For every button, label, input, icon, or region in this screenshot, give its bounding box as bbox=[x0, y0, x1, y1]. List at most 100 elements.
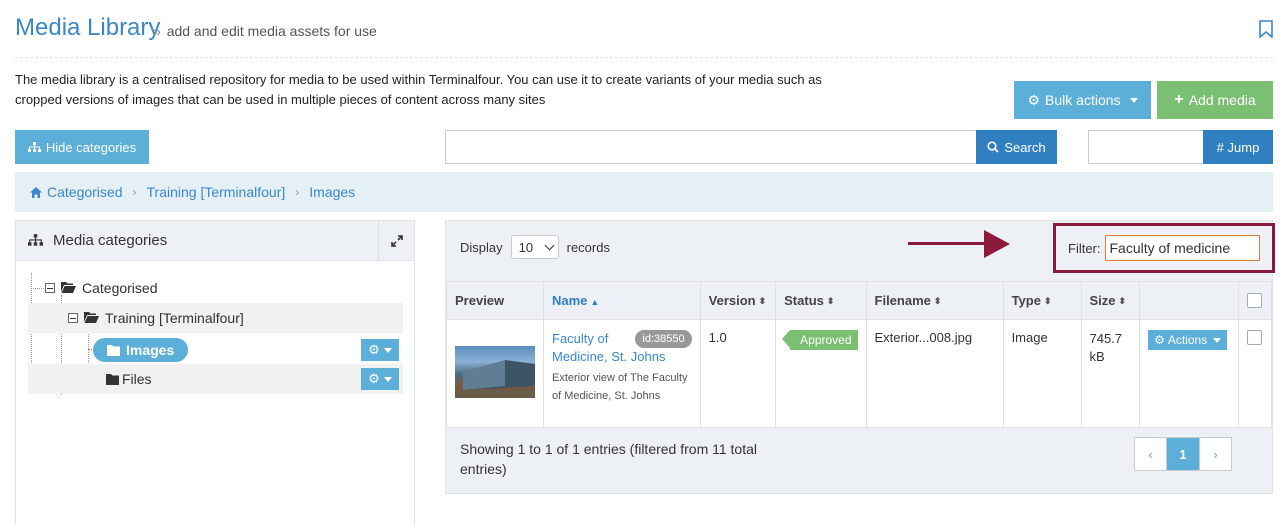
folder-open-icon bbox=[61, 280, 76, 296]
gear-icon: ⚙ bbox=[1154, 333, 1165, 347]
jump-button[interactable]: # Jump bbox=[1203, 130, 1273, 164]
actions-cell: ⚙ Actions bbox=[1139, 319, 1239, 428]
column-type-label: Type bbox=[1011, 293, 1041, 308]
column-preview: Preview bbox=[446, 281, 544, 320]
column-select-all bbox=[1237, 281, 1273, 320]
bulk-actions-button[interactable]: ⚙ Bulk actions bbox=[1014, 81, 1151, 119]
gear-icon: ⚙ bbox=[1027, 91, 1041, 108]
sort-icon: ⬍ bbox=[826, 296, 835, 307]
row-actions-label: Actions bbox=[1167, 333, 1208, 347]
media-description: Exterior view of The Faculty of Medicine… bbox=[552, 372, 688, 402]
expand-button[interactable] bbox=[378, 221, 414, 261]
hide-categories-label: Hide categories bbox=[45, 139, 137, 155]
tree-item-label: Files bbox=[122, 371, 152, 387]
folder-icon bbox=[107, 344, 120, 356]
tree-item-label: Categorised bbox=[82, 280, 158, 296]
tree-item-files[interactable]: Files ⚙ bbox=[28, 364, 403, 394]
chevron-down-icon bbox=[544, 240, 555, 251]
column-filename[interactable]: Filename ⬍ bbox=[865, 281, 1004, 320]
breadcrumb-categorised[interactable]: Categorised bbox=[47, 184, 123, 200]
tree-item-images[interactable]: Images ⚙ bbox=[28, 335, 403, 365]
caret-down-icon bbox=[1129, 97, 1138, 103]
caret-down-icon bbox=[1213, 337, 1222, 343]
column-type[interactable]: Type ⬍ bbox=[1002, 281, 1082, 320]
images-settings-button[interactable]: ⚙ bbox=[361, 339, 399, 361]
breadcrumb-images[interactable]: Images bbox=[309, 184, 355, 200]
gear-icon: ⚙ bbox=[368, 342, 380, 357]
sort-icon: ⬍ bbox=[1043, 296, 1052, 307]
bulk-actions-label: Bulk actions bbox=[1045, 92, 1121, 108]
column-status-label: Status bbox=[784, 293, 824, 308]
sort-asc-icon: ▲ bbox=[590, 296, 600, 307]
select-all-checkbox[interactable] bbox=[1246, 293, 1262, 308]
media-thumbnail[interactable] bbox=[455, 346, 535, 398]
tree-item-label: Training [Terminalfour] bbox=[105, 310, 244, 326]
intro-text: The media library is a centralised repos… bbox=[15, 72, 822, 107]
row-actions-button[interactable]: ⚙ Actions bbox=[1148, 330, 1228, 350]
pagination: ‹ 1 › bbox=[1134, 437, 1232, 471]
raquo-icon: » bbox=[153, 23, 161, 39]
records-label: records bbox=[566, 239, 610, 255]
tree-item-categorised[interactable]: Categorised bbox=[45, 273, 158, 303]
breadcrumb-training[interactable]: Training [Terminalfour] bbox=[147, 184, 286, 200]
column-filename-label: Filename bbox=[874, 293, 931, 308]
media-id-badge: id:38550 bbox=[635, 330, 692, 348]
hide-categories-button[interactable]: Hide categories bbox=[15, 130, 149, 164]
display-label: Display bbox=[460, 239, 503, 255]
media-categories-title: Media categories bbox=[53, 232, 168, 249]
column-name[interactable]: Name ▲ bbox=[543, 281, 701, 320]
page-header: Media Library » add and edit media asset… bbox=[15, 12, 1273, 58]
filename-cell: Exterior...008.jpg bbox=[865, 319, 1004, 428]
annotation-arrow-head bbox=[984, 230, 1010, 258]
bookmark-icon[interactable] bbox=[1259, 20, 1273, 38]
status-cell: Approved bbox=[775, 319, 867, 428]
gear-icon: ⚙ bbox=[368, 371, 380, 386]
column-status[interactable]: Status ⬍ bbox=[775, 281, 867, 320]
filter-label: Filter: bbox=[1068, 240, 1101, 256]
row-checkbox[interactable] bbox=[1246, 330, 1262, 345]
page-subtitle-text: add and edit media assets for use bbox=[166, 23, 377, 39]
search-button[interactable]: Search bbox=[976, 130, 1057, 164]
add-media-label: Add media bbox=[1188, 92, 1256, 108]
size-cell: 745.7 kB bbox=[1080, 319, 1141, 428]
type-cell: Image bbox=[1002, 319, 1082, 428]
expand-icon bbox=[390, 235, 403, 247]
plus-icon: + bbox=[1174, 91, 1184, 108]
name-cell: id:38550 Faculty of Medicine, St. Johns … bbox=[543, 319, 701, 428]
column-size[interactable]: Size ⬍ bbox=[1080, 281, 1141, 320]
display-records-control: Display 10 records bbox=[460, 235, 610, 259]
tree-item-training[interactable]: Training [Terminalfour] bbox=[28, 303, 403, 333]
collapse-icon[interactable] bbox=[45, 283, 55, 293]
folder-open-icon bbox=[84, 310, 99, 326]
jump-button-label: # Jump bbox=[1216, 139, 1260, 155]
home-icon bbox=[30, 186, 42, 198]
column-version[interactable]: Version ⬍ bbox=[699, 281, 777, 320]
chevron-right-icon: › bbox=[132, 185, 137, 199]
media-categories-panel: Media categories Categorised Training [T… bbox=[15, 220, 415, 525]
add-media-button[interactable]: + Add media bbox=[1157, 81, 1273, 119]
version-cell: 1.0 bbox=[699, 319, 777, 428]
pagination-next[interactable]: › bbox=[1199, 438, 1231, 470]
sort-icon: ⬍ bbox=[1118, 296, 1127, 307]
preview-cell bbox=[446, 319, 544, 428]
filter-input[interactable]: Faculty of medicine bbox=[1104, 235, 1260, 261]
page-subtitle: » add and edit media assets for use bbox=[153, 23, 377, 39]
media-table: Preview Name ▲ Version ⬍ Status ⬍ Filename ⬍… bbox=[446, 281, 1273, 428]
jump-input[interactable] bbox=[1088, 130, 1204, 164]
search-input[interactable] bbox=[445, 130, 977, 164]
sort-icon: ⬍ bbox=[758, 296, 767, 307]
selected-category-pill[interactable]: Images bbox=[93, 338, 189, 362]
collapse-icon[interactable] bbox=[68, 313, 78, 323]
pagination-page-1[interactable]: 1 bbox=[1167, 438, 1199, 470]
sort-icon: ⬍ bbox=[933, 296, 942, 307]
page-title: Media Library bbox=[15, 14, 161, 41]
sitemap-icon bbox=[27, 141, 41, 152]
column-version-label: Version bbox=[708, 293, 756, 308]
pagination-prev[interactable]: ‹ bbox=[1135, 438, 1167, 470]
tree-item-label: Images bbox=[126, 342, 175, 358]
files-settings-button[interactable]: ⚙ bbox=[361, 368, 399, 390]
records-per-page-value: 10 bbox=[518, 239, 534, 255]
select-cell bbox=[1237, 319, 1273, 428]
column-actions bbox=[1139, 281, 1239, 320]
records-per-page-select[interactable]: 10 bbox=[510, 235, 559, 259]
